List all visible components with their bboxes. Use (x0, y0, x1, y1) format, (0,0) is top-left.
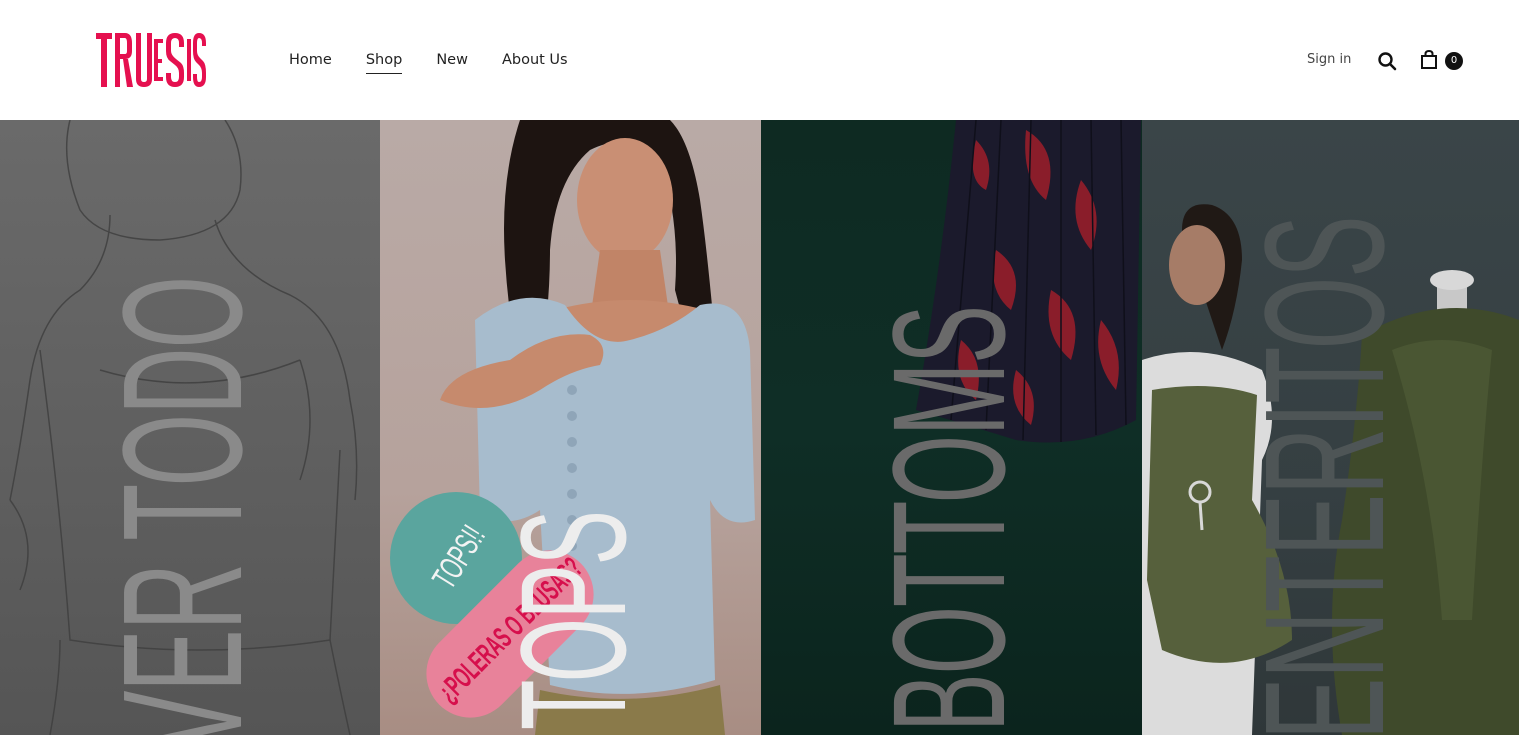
category-panels: VER TODO TOPS!! ¿POLERAS O BLUSAS? TOPS … (0, 120, 1519, 735)
nav-about-us[interactable]: About Us (502, 50, 568, 74)
category-label-ver-todo: VER TODO (88, 276, 278, 735)
nav-new[interactable]: New (436, 50, 468, 74)
category-ver-todo[interactable]: VER TODO (0, 120, 380, 735)
category-label-bottoms: BOTTOMS (859, 306, 1038, 732)
logo[interactable] (96, 33, 206, 87)
nav-shop[interactable]: Shop (365, 50, 403, 74)
site-header: Home Shop New About Us Sign in 0 (0, 0, 1519, 120)
category-label-tops: TOPS (489, 511, 657, 730)
category-bottoms[interactable]: BOTTOMS (761, 120, 1142, 735)
cart-count-badge: 0 (1445, 52, 1463, 70)
category-tops[interactable]: TOPS!! ¿POLERAS O BLUSAS? TOPS (380, 120, 761, 735)
signin-link[interactable]: Sign in (1307, 52, 1351, 67)
sticker-tops-text: TOPS!! (425, 518, 493, 596)
main-nav: Home Shop New About Us (289, 50, 602, 74)
shopping-bag-icon[interactable] (1420, 50, 1438, 70)
category-enteritos[interactable]: ENTERITOS (1142, 120, 1519, 735)
nav-home[interactable]: Home (289, 50, 332, 74)
search-icon[interactable] (1377, 51, 1397, 71)
category-label-enteritos: ENTERITOS (1230, 216, 1420, 735)
